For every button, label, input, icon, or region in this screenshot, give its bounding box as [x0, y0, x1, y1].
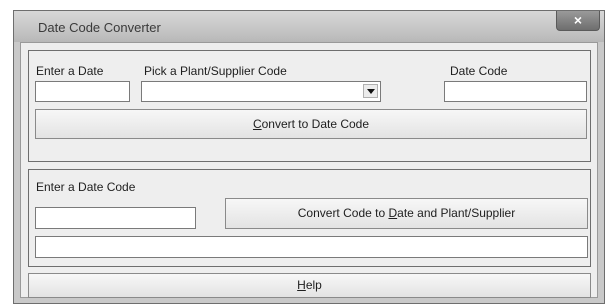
code-to-date-group: Enter a Date Code Convert Code to Date a…	[28, 169, 591, 267]
date-code-input[interactable]	[35, 207, 196, 229]
convert-to-date-code-button[interactable]: Convert to Date Code	[35, 109, 587, 139]
plant-supplier-dropdown[interactable]	[141, 81, 381, 102]
date-input[interactable]	[35, 81, 130, 102]
date-code-output[interactable]	[444, 81, 587, 102]
help-button[interactable]: Help	[28, 273, 591, 298]
client-area: Enter a Date Pick a Plant/Supplier Code …	[20, 42, 598, 298]
help-label-post: elp	[305, 278, 322, 292]
convert-code-label-pre: Convert Code to	[297, 206, 389, 220]
chevron-down-icon[interactable]	[363, 84, 378, 98]
title-bar: Date Code Converter ×	[14, 11, 604, 42]
enter-date-code-label: Enter a Date Code	[36, 180, 136, 194]
plant-supplier-label: Pick a Plant/Supplier Code	[144, 64, 287, 78]
window-title: Date Code Converter	[38, 20, 161, 35]
convert-code-mnemonic: D	[388, 206, 398, 220]
convert-to-date-code-label-post: onvert to Date Code	[261, 117, 370, 131]
date-code-converter-window: Date Code Converter × Enter a Date Pick …	[13, 10, 605, 304]
close-button[interactable]: ×	[556, 11, 600, 31]
convert-code-to-date-button[interactable]: Convert Code to Date and Plant/Supplier	[225, 198, 588, 229]
date-plant-result-output[interactable]	[35, 236, 588, 258]
help-mnemonic: H	[297, 278, 306, 292]
enter-date-label: Enter a Date	[36, 64, 104, 78]
close-icon: ×	[573, 12, 583, 28]
date-code-label: Date Code	[450, 64, 508, 78]
date-to-code-group: Enter a Date Pick a Plant/Supplier Code …	[28, 50, 591, 162]
convert-code-label-post: ate and Plant/Supplier	[397, 206, 516, 220]
convert-to-date-code-mnemonic: C	[252, 117, 262, 131]
